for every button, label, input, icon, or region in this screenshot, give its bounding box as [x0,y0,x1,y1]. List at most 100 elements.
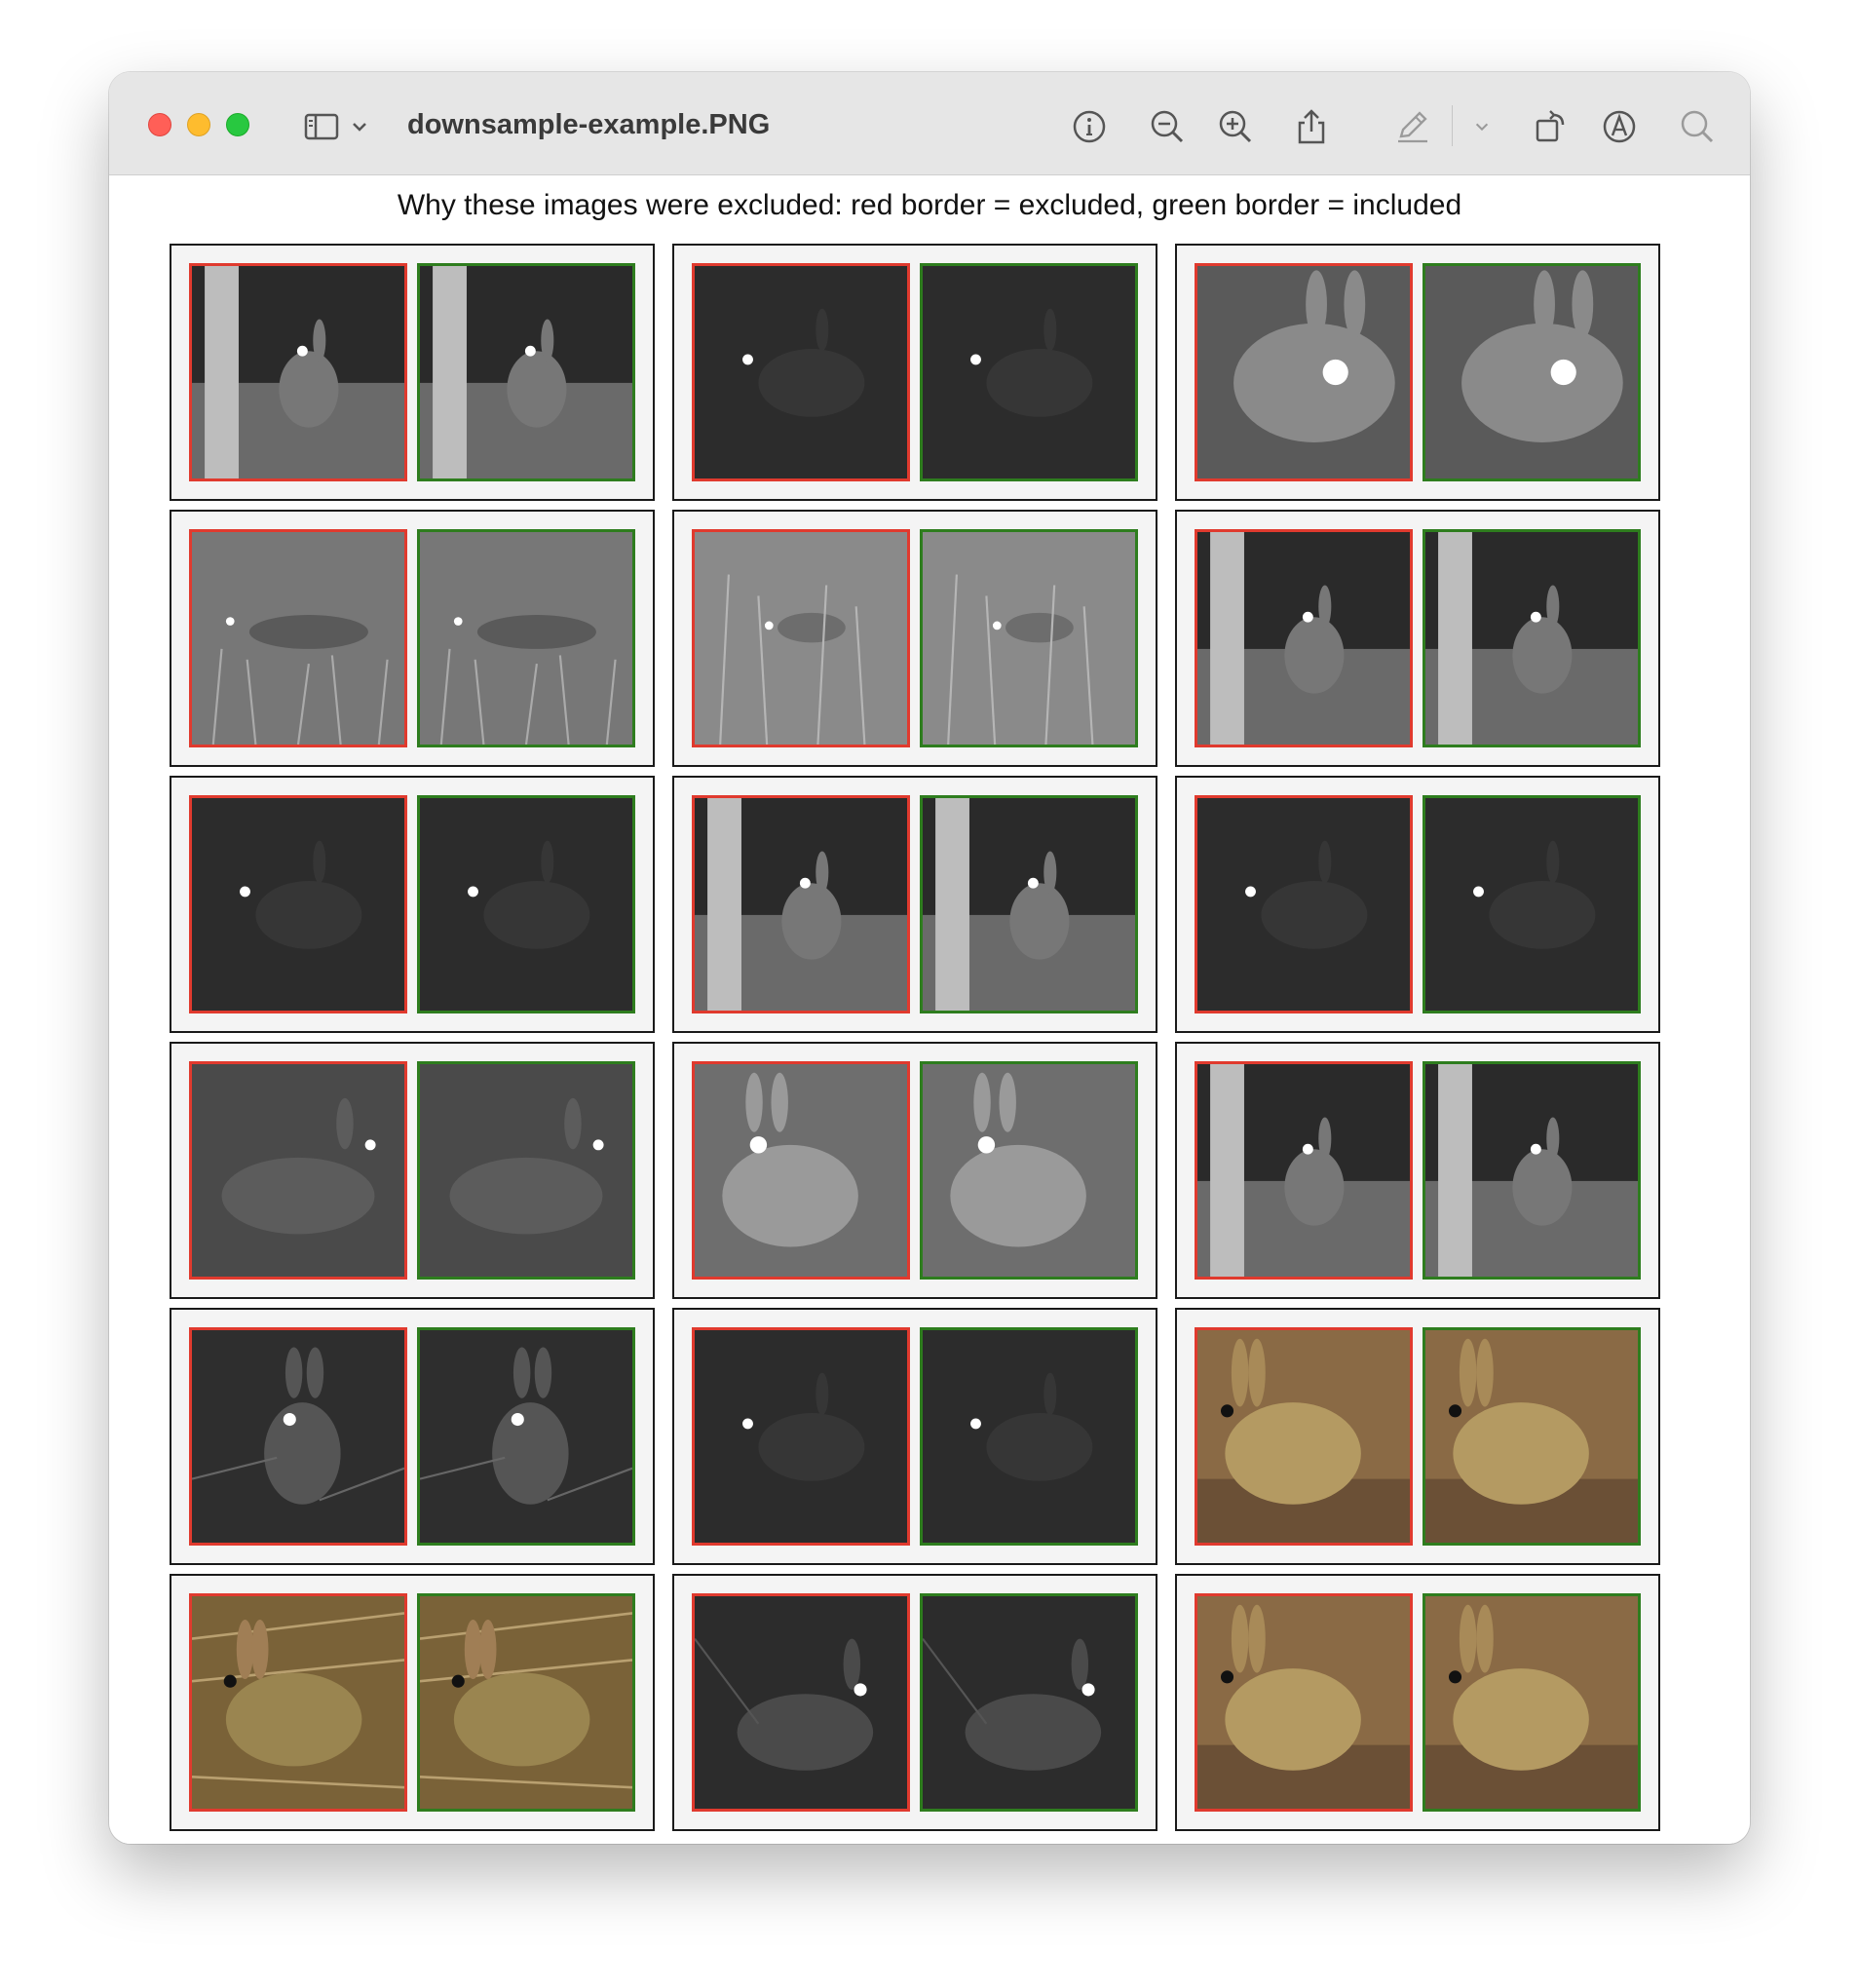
rabbit-photo [695,532,907,745]
sidebar-toggle-button[interactable] [302,107,341,146]
included-thumbnail [1423,1061,1641,1280]
sidebar-menu-button[interactable] [347,107,372,146]
excluded-thumbnail [1195,1593,1413,1812]
rabbit-photo [420,532,632,745]
excluded-thumbnail [692,1061,910,1280]
image-pair [672,1042,1157,1299]
included-thumbnail [1423,1593,1641,1812]
rabbit-photo [192,1596,404,1809]
preview-window: downsample-example.PNG Why these images … [109,72,1750,1844]
close-button[interactable] [148,113,171,136]
search-icon [1681,110,1714,143]
info-icon [1073,110,1106,143]
rabbit-photo [1425,1330,1638,1543]
image-pair [170,1042,655,1299]
excluded-thumbnail [692,795,910,1013]
excluded-thumbnail [692,263,910,481]
included-thumbnail [920,529,1138,747]
share-button[interactable] [1292,107,1331,146]
rabbit-photo [192,532,404,745]
zoom-in-button[interactable] [1216,107,1255,146]
chevron-down-icon [353,123,366,132]
image-pair [1175,1574,1660,1831]
included-thumbnail [417,795,635,1013]
included-thumbnail [417,1593,635,1812]
image-pair [170,1574,655,1831]
info-button[interactable] [1070,107,1109,146]
image-pair [1175,244,1660,501]
rabbit-photo [1425,1064,1638,1277]
rabbit-photo [1197,798,1410,1011]
rabbit-photo [923,532,1135,745]
rabbit-photo [695,1064,907,1277]
rabbit-photo [420,798,632,1011]
excluded-thumbnail [189,1061,407,1280]
excluded-thumbnail [692,1593,910,1812]
toolbar-divider [1452,105,1453,146]
zoom-button[interactable] [226,113,249,136]
chevron-down-icon [1475,123,1489,132]
excluded-thumbnail [189,795,407,1013]
included-thumbnail [1423,795,1641,1013]
rabbit-photo [923,266,1135,478]
markup-menu-button[interactable] [1469,107,1495,146]
excluded-thumbnail [692,529,910,747]
window-title: downsample-example.PNG [407,109,771,140]
included-thumbnail [1423,1327,1641,1546]
image-pair [1175,776,1660,1033]
included-thumbnail [417,1061,635,1280]
search-button[interactable] [1678,107,1717,146]
rabbit-photo [1197,1330,1410,1543]
included-thumbnail [1423,529,1641,747]
image-canvas: Why these images were excluded: red bord… [109,175,1750,1844]
excluded-thumbnail [189,1593,407,1812]
rabbit-photo [420,266,632,478]
image-pair [1175,510,1660,767]
rabbit-photo [1425,798,1638,1011]
rabbit-photo [1197,1064,1410,1277]
rabbit-photo [1197,266,1410,478]
rabbit-photo [923,1330,1135,1543]
image-pair [170,244,655,501]
pencil-icon [1398,111,1427,143]
rabbit-photo [192,1330,404,1543]
zoom-out-button[interactable] [1148,107,1187,146]
rabbit-photo [1425,266,1638,478]
rabbit-photo [695,1330,907,1543]
rabbit-photo [923,1596,1135,1809]
rabbit-photo [695,266,907,478]
figure-heading: Why these images were excluded: red bord… [397,189,1462,221]
image-pair [672,510,1157,767]
sidebar-icon [304,113,339,140]
rotate-button[interactable] [1532,107,1571,146]
zoom-out-icon [1151,110,1184,143]
share-icon [1298,109,1325,144]
minimize-button[interactable] [187,113,210,136]
image-pair [672,1574,1157,1831]
markup-button[interactable] [1393,107,1432,146]
included-thumbnail [417,263,635,481]
included-thumbnail [920,1593,1138,1812]
included-thumbnail [920,1327,1138,1546]
included-thumbnail [920,263,1138,481]
image-pair [672,776,1157,1033]
excluded-thumbnail [189,529,407,747]
image-pair [170,1308,655,1565]
excluded-thumbnail [189,263,407,481]
excluded-thumbnail [189,1327,407,1546]
image-pair [170,776,655,1033]
excluded-thumbnail [1195,1061,1413,1280]
excluded-thumbnail [1195,529,1413,747]
excluded-thumbnail [1195,795,1413,1013]
rabbit-photo [695,1596,907,1809]
image-pair [672,1308,1157,1565]
title-bar: downsample-example.PNG [109,72,1750,175]
image-pair [1175,1308,1660,1565]
included-thumbnail [920,1061,1138,1280]
rabbit-photo [695,798,907,1011]
rabbit-photo [1425,1596,1638,1809]
excluded-thumbnail [1195,263,1413,481]
rabbit-photo [923,1064,1135,1277]
annotate-button[interactable] [1600,107,1639,146]
rabbit-photo [420,1596,632,1809]
